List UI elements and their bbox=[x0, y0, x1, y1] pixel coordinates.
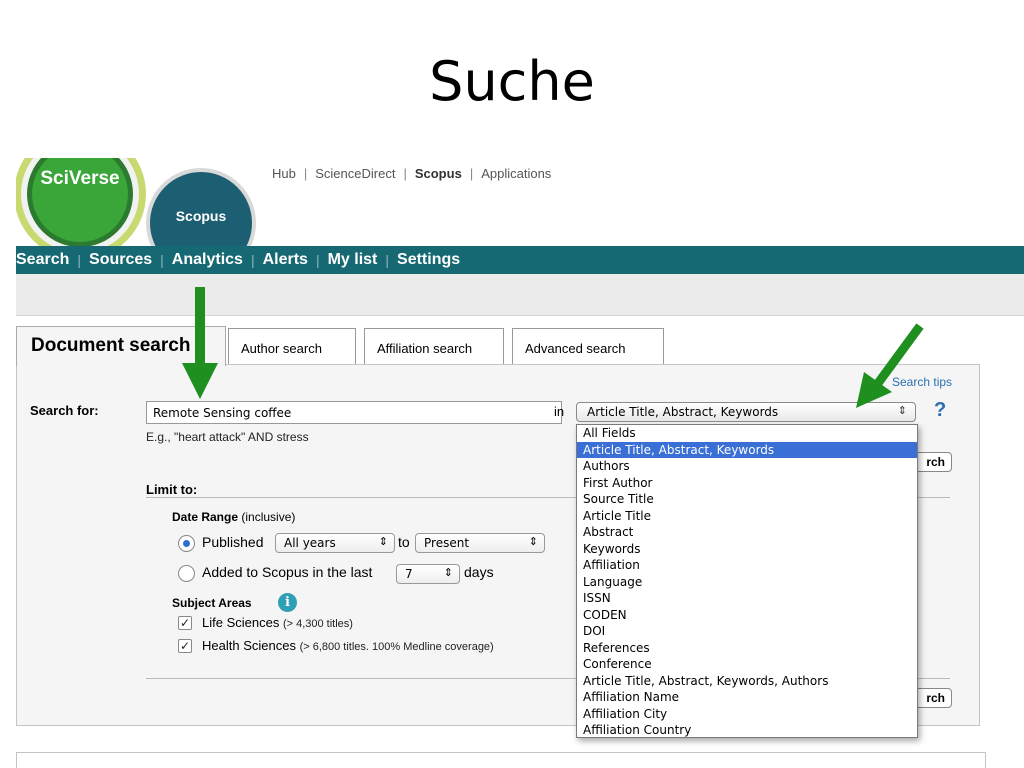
dropdown-option[interactable]: Authors bbox=[577, 458, 917, 475]
annotation-arrow-down bbox=[182, 287, 218, 399]
top-links: Hub | ScienceDirect | Scopus | Applications bbox=[272, 166, 552, 181]
subject-areas-label: Subject Areas bbox=[172, 596, 252, 610]
top-link-sciencedirect[interactable]: ScienceDirect bbox=[315, 166, 395, 181]
search-field-value: Article Title, Abstract, Keywords bbox=[587, 405, 779, 419]
select-arrows-icon: ⇕ bbox=[443, 566, 453, 579]
scopus-logo-text: Scopus bbox=[175, 208, 227, 224]
in-label: in bbox=[554, 404, 565, 419]
nav-alerts[interactable]: Alerts bbox=[263, 251, 308, 269]
tab-affiliation-search[interactable]: Affiliation search bbox=[364, 328, 504, 366]
search-field-dropdown[interactable]: All Fields Article Title, Abstract, Keywo… bbox=[576, 424, 918, 738]
to-label: to bbox=[398, 534, 410, 550]
dropdown-option[interactable]: Article Title, Abstract, Keywords, Autho… bbox=[577, 673, 917, 690]
dropdown-option[interactable]: Abstract bbox=[577, 524, 917, 541]
slide-title: Suche bbox=[429, 50, 595, 113]
dropdown-option[interactable]: Affiliation City bbox=[577, 706, 917, 723]
published-label: Published bbox=[202, 534, 264, 550]
search-history-box bbox=[16, 752, 986, 768]
date-range-label: Date Range (inclusive) bbox=[172, 510, 296, 524]
dropdown-option[interactable]: ISSN bbox=[577, 590, 917, 607]
search-for-label: Search for: bbox=[30, 403, 99, 418]
dropdown-option[interactable]: Source Title bbox=[577, 491, 917, 508]
top-link-applications[interactable]: Applications bbox=[481, 166, 551, 181]
select-arrows-icon: ⇕ bbox=[378, 535, 388, 548]
nav-sources[interactable]: Sources bbox=[89, 251, 152, 269]
top-link-hub[interactable]: Hub bbox=[272, 166, 296, 181]
dropdown-option[interactable]: Article Title, Abstract, Keywords bbox=[577, 441, 917, 458]
health-sciences-checkbox[interactable]: ✓ bbox=[178, 639, 192, 653]
sub-nav-bar bbox=[16, 274, 1024, 316]
dropdown-option[interactable]: First Author bbox=[577, 475, 917, 492]
published-radio[interactable] bbox=[178, 535, 195, 552]
search-input[interactable] bbox=[146, 401, 562, 424]
top-link-scopus[interactable]: Scopus bbox=[415, 166, 462, 181]
added-to-scopus-label: Added to Scopus in the last bbox=[202, 564, 373, 580]
nav-analytics[interactable]: Analytics bbox=[172, 251, 243, 269]
dropdown-option[interactable]: Affiliation Country bbox=[577, 722, 917, 739]
life-sciences-checkbox[interactable]: ✓ bbox=[178, 616, 192, 630]
nav-settings[interactable]: Settings bbox=[397, 251, 460, 269]
sciverse-logo[interactable]: SciVerse bbox=[16, 158, 146, 260]
life-sciences-label: Life Sciences (> 4,300 titles) bbox=[202, 615, 353, 630]
dropdown-option[interactable]: Conference bbox=[577, 656, 917, 673]
years-to-select[interactable]: Present ⇕ bbox=[415, 533, 545, 553]
annotation-arrow-diagonal bbox=[856, 323, 924, 408]
help-icon[interactable]: ? bbox=[934, 399, 946, 422]
tab-advanced-search[interactable]: Advanced search bbox=[512, 328, 664, 366]
days-label: days bbox=[464, 564, 494, 580]
search-button-bottom[interactable]: rch bbox=[912, 688, 952, 708]
dropdown-option[interactable]: DOI bbox=[577, 623, 917, 640]
dropdown-option[interactable]: CODEN bbox=[577, 607, 917, 624]
days-select[interactable]: 7 ⇕ bbox=[396, 564, 460, 584]
search-example: E.g., "heart attack" AND stress bbox=[146, 430, 309, 444]
nav-my-list[interactable]: My list bbox=[328, 251, 378, 269]
dropdown-option[interactable]: References bbox=[577, 640, 917, 657]
years-from-value: All years bbox=[284, 536, 336, 550]
dropdown-option[interactable]: Article Title bbox=[577, 508, 917, 525]
years-from-select[interactable]: All years ⇕ bbox=[275, 533, 395, 553]
health-sciences-label: Health Sciences (> 6,800 titles. 100% Me… bbox=[202, 638, 494, 653]
select-arrows-icon: ⇕ bbox=[528, 535, 538, 548]
limit-to-label: Limit to: bbox=[146, 482, 198, 497]
added-to-scopus-radio[interactable] bbox=[178, 565, 195, 582]
info-icon[interactable]: i bbox=[278, 593, 297, 612]
dropdown-option[interactable]: Affiliation Name bbox=[577, 689, 917, 706]
days-value: 7 bbox=[405, 567, 413, 581]
search-button-top[interactable]: rch bbox=[912, 452, 952, 472]
years-to-value: Present bbox=[424, 536, 470, 550]
dropdown-option[interactable]: Language bbox=[577, 574, 917, 591]
dropdown-option[interactable]: All Fields bbox=[577, 425, 917, 442]
dropdown-option[interactable]: Affiliation bbox=[577, 557, 917, 574]
sciverse-logo-text: SciVerse bbox=[40, 168, 120, 189]
tab-author-search[interactable]: Author search bbox=[228, 328, 356, 366]
main-nav: Search | Sources | Analytics | Alerts | My l… bbox=[16, 246, 1024, 274]
nav-search[interactable]: Search bbox=[16, 251, 69, 269]
dropdown-option[interactable]: Keywords bbox=[577, 541, 917, 558]
